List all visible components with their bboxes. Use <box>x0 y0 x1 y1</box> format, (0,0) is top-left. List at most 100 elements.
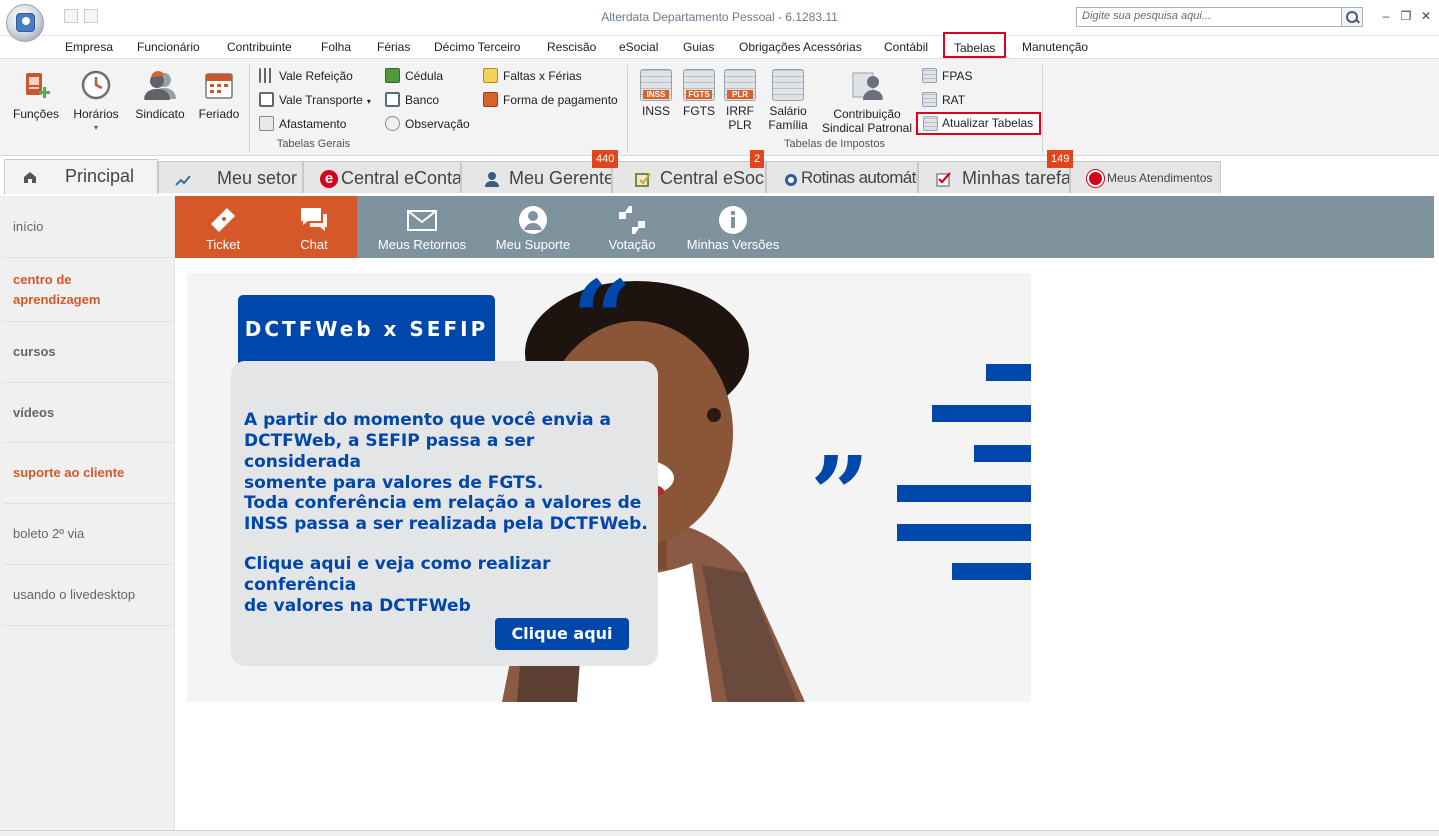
meus-retornos-button[interactable]: Meus Retornos <box>371 196 473 258</box>
decor-stripe <box>952 563 1031 580</box>
chat-button[interactable]: Chat <box>271 196 357 258</box>
chart-icon <box>175 175 191 186</box>
tarefas-badge: 149 <box>1047 150 1074 168</box>
nav-boleto-label: boleto 2º via <box>13 526 85 541</box>
nav-cursos[interactable]: cursos <box>4 322 175 383</box>
afastamento-button[interactable]: Afastamento <box>259 115 346 133</box>
nav-inicio[interactable]: início <box>4 196 175 258</box>
plr-icon-text: PLR <box>727 90 753 99</box>
nav-livedesktop[interactable]: usando o livedesktop <box>4 565 175 626</box>
atualizar-tabelas-button[interactable]: Atualizar Tabelas <box>916 112 1041 135</box>
tab-meu-setor[interactable]: Meu setor <box>158 161 303 193</box>
tab-central-econtador[interactable]: e Central eContador <box>303 161 461 193</box>
rat-label: RAT <box>942 93 966 107</box>
esocial-badge: 2 <box>750 150 765 168</box>
banner-p1-line: DCTFWeb, a SEFIP passa a ser considerada <box>244 431 535 472</box>
tab-rotinas-automaticas[interactable]: Rotinas automáticas <box>766 161 918 193</box>
nav-suporte-cliente[interactable]: suporte ao cliente <box>4 443 175 504</box>
menu-decimo-terceiro[interactable]: Décimo Terceiro <box>434 40 520 54</box>
menu-obrigacoes-acessorias[interactable]: Obrigações Acessórias <box>739 40 862 54</box>
salario-familia-button[interactable]: Salário Família <box>764 69 812 132</box>
funcoes-button[interactable]: Funções <box>12 69 60 121</box>
vale-transporte-button[interactable]: Vale Transporte ▾ <box>259 91 371 109</box>
fpas-button[interactable]: FPAS <box>922 67 972 85</box>
tab-principal[interactable]: Principal <box>4 159 158 194</box>
close-icon[interactable]: ✕ <box>1419 10 1433 22</box>
banco-button[interactable]: Banco <box>385 91 439 109</box>
plr-table-icon: PLR <box>724 69 756 101</box>
menu-contribuinte[interactable]: Contribuinte <box>227 40 292 54</box>
menu-folha[interactable]: Folha <box>321 40 351 54</box>
votacao-button[interactable]: Votação <box>595 196 669 258</box>
refresh-table-icon <box>923 116 938 131</box>
meu-suporte-button[interactable]: Meu Suporte <box>485 196 581 258</box>
familia-label: Família <box>768 118 808 132</box>
cedula-button[interactable]: Cédula <box>385 67 443 85</box>
minhas-versoes-button[interactable]: Minhas Versões <box>681 196 785 258</box>
menu-esocial[interactable]: eSocial <box>619 40 658 54</box>
menu-manutencao[interactable]: Manutenção <box>1022 40 1088 54</box>
forma-pagamento-button[interactable]: Forma de pagamento <box>483 91 618 109</box>
sindicato-button[interactable]: Sindicato <box>132 69 188 121</box>
left-navigation: início centro de aprendizagem cursos víd… <box>0 196 175 830</box>
meu-suporte-label: Meu Suporte <box>495 237 571 252</box>
nav-cursos-label: cursos <box>13 344 56 359</box>
horarios-button[interactable]: Horários ▾ <box>70 69 122 135</box>
menu-contabil[interactable]: Contábil <box>884 40 928 54</box>
inss-button[interactable]: INSS INSS <box>638 69 674 118</box>
nav-boleto[interactable]: boleto 2º via <box>4 504 175 565</box>
tab-central-econtador-label: Central eContador <box>341 168 461 188</box>
tab-meu-gerente[interactable]: Meu Gerente <box>461 161 612 193</box>
dctfweb-banner[interactable]: DCTFWeb x SEFIP “ ” A partir do momento … <box>187 273 1031 702</box>
search-icon[interactable] <box>1341 7 1363 27</box>
app-menu-button[interactable] <box>6 4 44 42</box>
observacao-button[interactable]: Observação <box>385 115 470 133</box>
econtador-icon: e <box>320 170 338 188</box>
irrf-plr-button[interactable]: PLR IRRF PLR <box>722 69 758 132</box>
sindicato-icon <box>144 71 176 100</box>
ticket-button[interactable]: Ticket <box>175 196 271 258</box>
menu-tabelas[interactable]: Tabelas <box>943 32 1007 58</box>
chevron-down-icon: ▾ <box>366 97 371 106</box>
menu-ferias[interactable]: Férias <box>377 40 410 54</box>
forma-pagamento-label: Forma de pagamento <box>503 93 618 107</box>
inss-table-icon: INSS <box>640 69 672 101</box>
vale-transporte-label: Vale Transporte <box>279 93 363 107</box>
thumbs-icon <box>619 206 645 234</box>
rat-button[interactable]: RAT <box>922 91 965 109</box>
tab-meus-atendimentos-label: Meus Atendimentos <box>1107 171 1213 185</box>
tab-meus-atendimentos[interactable]: Meus Atendimentos <box>1070 161 1221 193</box>
decor-stripe <box>932 405 1031 422</box>
status-bar <box>0 830 1439 836</box>
tab-central-esocial[interactable]: Central eSocial <box>612 161 766 193</box>
title-bar: Alterdata Departamento Pessoal - 6.1283.… <box>0 0 1439 42</box>
contribuicao-sindical-button[interactable]: Contribuição Sindical Patronal <box>820 69 914 135</box>
decor-stripe <box>897 485 1031 502</box>
observacao-label: Observação <box>405 117 470 131</box>
salario-familia-icon <box>772 69 804 101</box>
menu-funcionario[interactable]: Funcionário <box>137 40 200 54</box>
checkbox-icon <box>936 172 951 187</box>
restore-icon[interactable]: ❐ <box>1399 10 1413 22</box>
fgts-button[interactable]: FGTS FGTS <box>681 69 717 118</box>
bank-icon <box>385 92 400 107</box>
nav-videos[interactable]: vídeos <box>4 383 175 443</box>
clique-aqui-button[interactable]: Clique aqui <box>495 618 629 650</box>
votacao-label: Votação <box>608 237 656 252</box>
banner-p2-line: INSS passa a ser realizada pela DCTFWeb. <box>244 514 648 534</box>
feriado-label: Feriado <box>198 107 240 121</box>
nav-centro-aprendizagem[interactable]: centro de aprendizagem <box>4 258 175 322</box>
group-label-tabelas-impostos: Tabelas de Impostos <box>784 138 885 150</box>
faltas-ferias-button[interactable]: Faltas x Férias <box>483 67 582 85</box>
fpas-label: FPAS <box>942 69 973 83</box>
atualizar-tabelas-label: Atualizar Tabelas <box>942 116 1034 130</box>
menu-empresa[interactable]: Empresa <box>65 40 113 54</box>
group-label-tabelas-gerais: Tabelas Gerais <box>276 138 351 150</box>
menu-rescisao[interactable]: Rescisão <box>547 40 596 54</box>
vale-refeicao-button[interactable]: Vale Refeição <box>259 67 353 85</box>
feriado-button[interactable]: Feriado <box>196 69 242 121</box>
search-input[interactable]: Digite sua pesquisa aqui... <box>1076 7 1342 27</box>
menu-guias[interactable]: Guias <box>683 40 714 54</box>
minimize-icon[interactable]: – <box>1379 10 1393 22</box>
user-icon <box>16 13 35 32</box>
